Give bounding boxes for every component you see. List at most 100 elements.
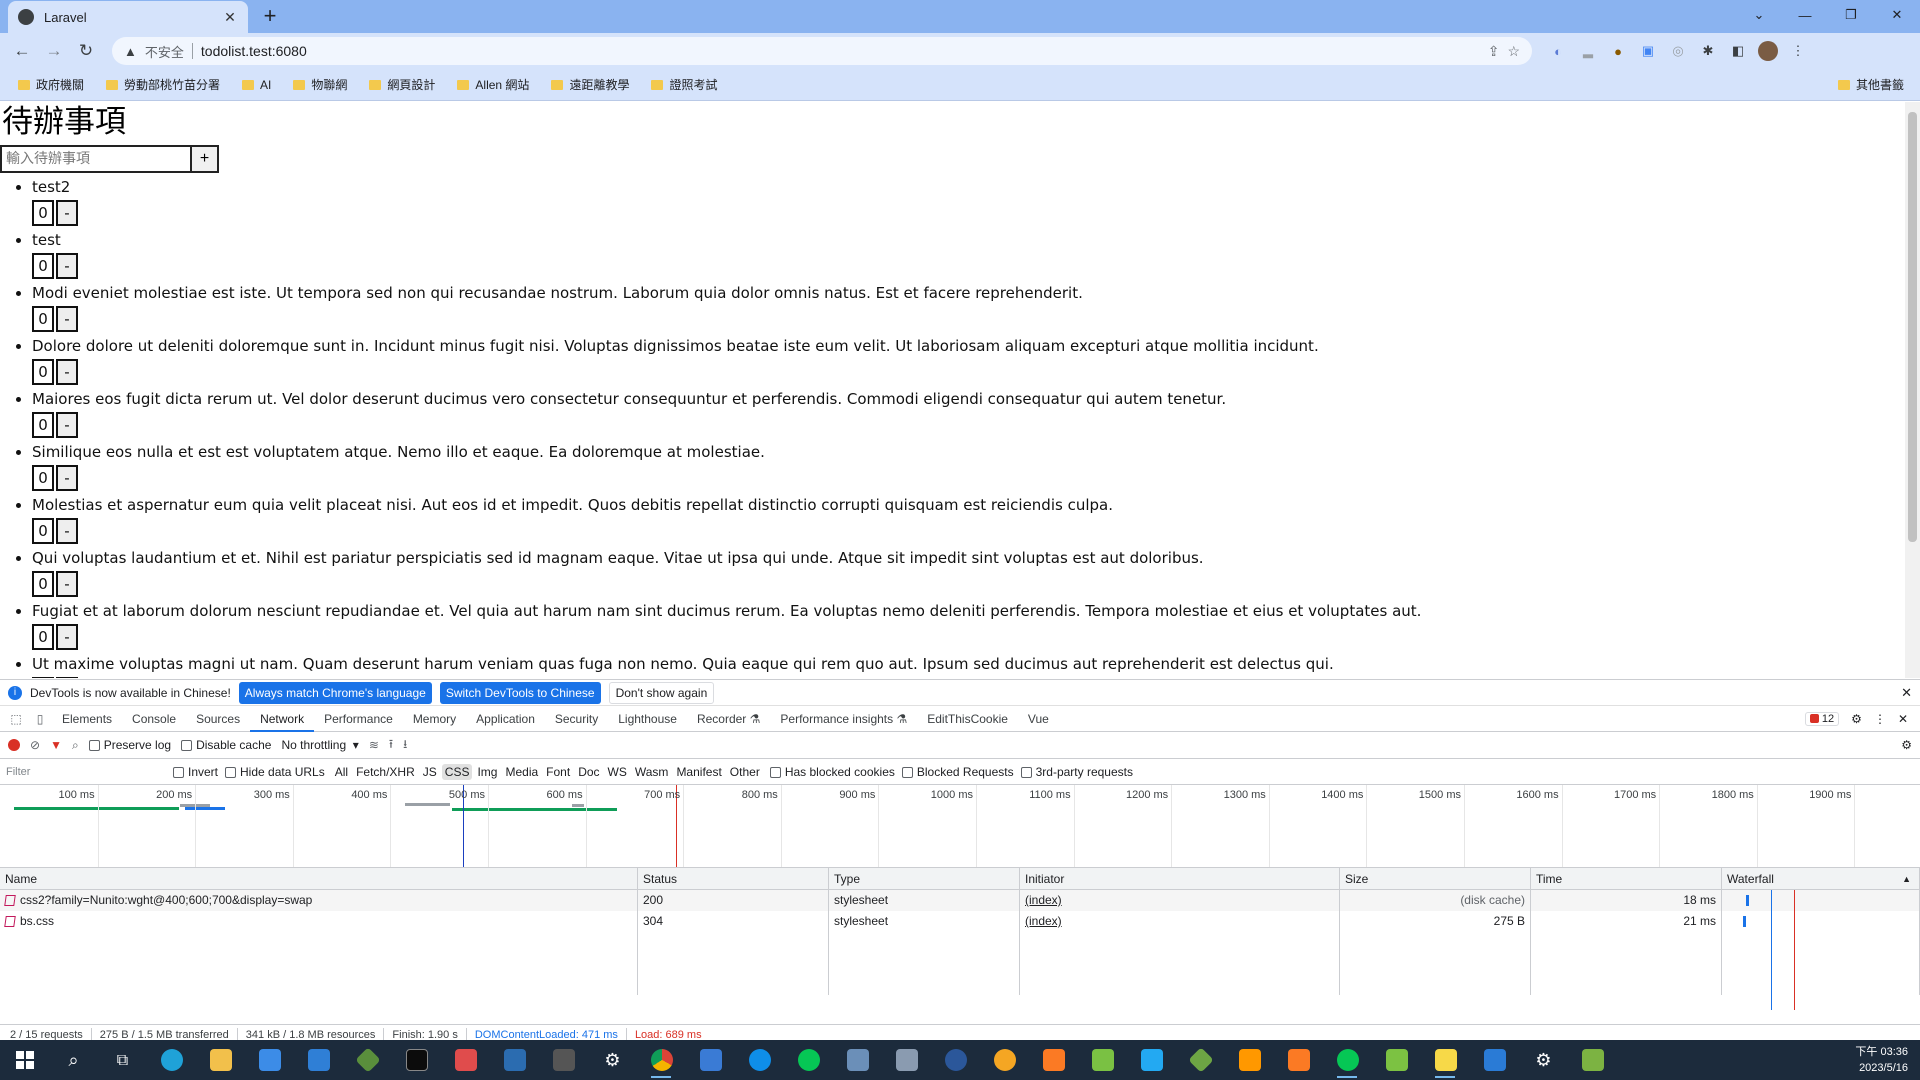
network-overview[interactable]: 100 ms 200 ms 300 ms 400 ms 500 ms 600 ms 700 … xyxy=(0,785,1920,868)
devtools-tab[interactable]: Security xyxy=(545,706,608,732)
todo-count-button[interactable]: 0 xyxy=(32,571,54,597)
bookmark-item[interactable]: 證照考試 xyxy=(645,76,723,93)
match-language-button[interactable]: Always match Chrome's language xyxy=(238,681,432,704)
export-har-icon[interactable]: ⭳ xyxy=(403,735,407,756)
type-filter[interactable]: Other xyxy=(727,764,763,780)
devtools-tab[interactable]: Application xyxy=(466,706,545,732)
column-header[interactable]: Type xyxy=(829,868,1020,890)
type-filter[interactable]: Manifest xyxy=(673,764,724,780)
settings-app-icon[interactable]: ⚙ xyxy=(1519,1040,1568,1080)
extension-icon[interactable]: ◐ xyxy=(1546,39,1570,63)
minimize-button[interactable]: — xyxy=(1782,0,1828,30)
table-row[interactable]: css2?family=Nunito:wght@400;600;700&disp… xyxy=(0,890,1920,911)
remove-todo-button[interactable]: - xyxy=(56,624,78,650)
devtools-tab[interactable]: Sources xyxy=(186,706,250,732)
app-icon[interactable] xyxy=(1568,1040,1617,1080)
bookmark-star-icon[interactable]: ☆ xyxy=(1507,43,1520,60)
warning-icon[interactable]: ▲ xyxy=(124,44,137,59)
remove-todo-button[interactable]: - xyxy=(56,677,78,678)
todo-count-button[interactable]: 0 xyxy=(32,518,54,544)
type-filter[interactable]: All xyxy=(332,764,351,780)
menu-icon[interactable]: ⋮ xyxy=(1786,39,1810,63)
type-filter[interactable]: Media xyxy=(502,764,541,780)
todo-count-button[interactable]: 0 xyxy=(32,359,54,385)
app-icon[interactable] xyxy=(441,1040,490,1080)
security-label[interactable]: 不安全 xyxy=(145,42,184,61)
restore-button[interactable]: ❐ xyxy=(1828,0,1874,30)
app-icon[interactable] xyxy=(1078,1040,1127,1080)
xampp-icon[interactable] xyxy=(1029,1040,1078,1080)
blocked-cookies-checkbox[interactable]: Has blocked cookies xyxy=(769,765,895,779)
hide-data-urls-checkbox[interactable]: Hide data URLs xyxy=(225,765,325,779)
clear-icon[interactable]: ⊘ xyxy=(30,738,40,752)
gear-icon[interactable]: ⚙ xyxy=(1851,712,1862,726)
filter-icon[interactable]: ▼ xyxy=(50,738,62,752)
third-party-checkbox[interactable]: 3rd-party requests xyxy=(1020,765,1133,779)
devtools-tab[interactable]: Network xyxy=(250,706,315,732)
bookmark-item[interactable]: 網頁設計 xyxy=(363,76,441,93)
terminal-icon[interactable] xyxy=(392,1040,441,1080)
column-header[interactable]: Name xyxy=(0,868,638,890)
filter-input[interactable] xyxy=(6,762,166,781)
extension-icon[interactable]: ◎ xyxy=(1666,39,1690,63)
todo-count-button[interactable]: 0 xyxy=(32,253,54,279)
initiator-link[interactable]: (index) xyxy=(1025,914,1062,928)
remove-todo-button[interactable]: - xyxy=(56,518,78,544)
share-icon[interactable]: ⇪ xyxy=(1488,43,1500,60)
throttling-select[interactable]: No throttling ▾ xyxy=(281,738,358,752)
disable-cache-checkbox[interactable]: Disable cache xyxy=(181,738,271,752)
remove-todo-button[interactable]: - xyxy=(56,253,78,279)
tab-search-icon[interactable]: ⌄ xyxy=(1736,0,1782,30)
new-tab-button[interactable]: + xyxy=(258,4,282,28)
import-har-icon[interactable]: ⭱ xyxy=(389,735,393,756)
network-conditions-icon[interactable]: ≋ xyxy=(369,738,379,752)
column-header[interactable]: Waterfall ▲ xyxy=(1722,868,1920,890)
clock[interactable]: 下午 03:36 2023/5/16 xyxy=(1855,1044,1920,1076)
type-filter[interactable]: Fetch/XHR xyxy=(353,764,418,780)
scrollbar-thumb[interactable] xyxy=(1908,112,1917,542)
app-icon[interactable] xyxy=(882,1040,931,1080)
type-filter[interactable]: Font xyxy=(543,764,573,780)
bookmark-item[interactable]: 物聯網 xyxy=(287,76,353,93)
cookie-extension-icon[interactable]: ● xyxy=(1606,39,1630,63)
devtools-tab[interactable]: Console xyxy=(122,706,186,732)
devtools-tab[interactable]: Performance insights ⚗ xyxy=(770,706,917,732)
remove-todo-button[interactable]: - xyxy=(56,200,78,226)
line-icon[interactable] xyxy=(1323,1040,1372,1080)
app-icon[interactable] xyxy=(686,1040,735,1080)
chrome-icon[interactable] xyxy=(637,1040,686,1080)
mail-icon[interactable] xyxy=(294,1040,343,1080)
bookmark-item[interactable]: AI xyxy=(236,78,277,92)
app-icon[interactable] xyxy=(833,1040,882,1080)
avatar[interactable] xyxy=(1756,39,1780,63)
type-filter[interactable]: WS xyxy=(605,764,630,780)
devtools-tab[interactable]: Elements xyxy=(52,706,122,732)
teamviewer-icon[interactable] xyxy=(735,1040,784,1080)
app-icon[interactable] xyxy=(980,1040,1029,1080)
todo-count-button[interactable]: 0 xyxy=(32,465,54,491)
file-explorer-icon[interactable] xyxy=(196,1040,245,1080)
address-bar[interactable]: ▲ 不安全 todolist.test:6080 ⇪ ☆ xyxy=(112,37,1532,65)
browser-tab[interactable]: Laravel ✕ xyxy=(8,1,248,33)
close-icon[interactable]: ✕ xyxy=(1901,685,1912,701)
blocked-requests-checkbox[interactable]: Blocked Requests xyxy=(901,765,1014,779)
remove-todo-button[interactable]: - xyxy=(56,306,78,332)
app-icon[interactable] xyxy=(1470,1040,1519,1080)
app-icon[interactable] xyxy=(539,1040,588,1080)
devtools-tab[interactable]: Memory xyxy=(403,706,466,732)
todo-count-button[interactable]: 0 xyxy=(32,624,54,650)
type-filter[interactable]: Wasm xyxy=(632,764,672,780)
git-app-icon[interactable] xyxy=(1176,1040,1225,1080)
puzzle-icon[interactable]: ✱ xyxy=(1696,39,1720,63)
column-header[interactable]: Initiator xyxy=(1020,868,1340,890)
back-button[interactable]: ← xyxy=(8,37,36,65)
search-icon[interactable]: ⌕ xyxy=(72,738,79,753)
other-bookmarks[interactable]: 其他書籤 xyxy=(1832,76,1910,93)
devtools-tab[interactable]: EditThisCookie xyxy=(917,706,1018,732)
add-todo-button[interactable]: + xyxy=(192,145,219,173)
settings-app-icon[interactable]: ⚙ xyxy=(588,1040,637,1080)
extension-icon[interactable]: ▂ xyxy=(1576,39,1600,63)
git-app-icon[interactable] xyxy=(343,1040,392,1080)
sticky-notes-icon[interactable] xyxy=(1421,1040,1470,1080)
todo-count-button[interactable]: 0 xyxy=(32,306,54,332)
